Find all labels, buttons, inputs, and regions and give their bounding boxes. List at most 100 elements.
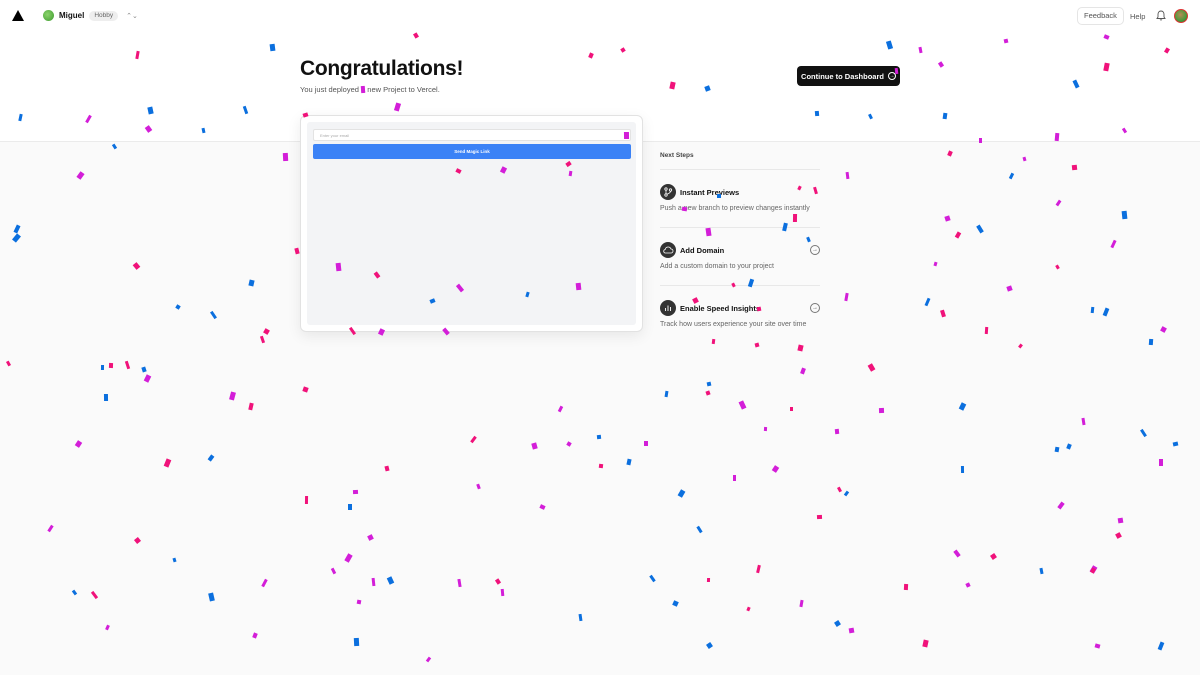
confetti-piece <box>1159 459 1163 466</box>
top-nav: Miguel Hobby ⌃⌄ Feedback Help <box>0 0 1200 32</box>
confetti-piece <box>1157 641 1165 651</box>
confetti-piece <box>649 574 656 583</box>
team-switcher[interactable]: Miguel Hobby ⌃⌄ <box>43 10 138 21</box>
confetti-piece <box>1090 567 1096 574</box>
confetti-piece <box>706 381 712 387</box>
confetti-piece <box>1055 264 1060 270</box>
confetti-piece <box>302 386 309 393</box>
arrow-right-circle-icon[interactable]: → <box>810 245 820 255</box>
step-speed-insights[interactable]: Enable Speed Insights → Track how users … <box>660 286 820 344</box>
confetti-piece <box>578 613 583 622</box>
confetti-piece <box>1066 443 1072 450</box>
confetti-piece <box>1172 441 1179 447</box>
confetti-piece <box>74 440 83 448</box>
confetti-piece <box>644 441 648 446</box>
confetti-piece <box>1121 210 1128 220</box>
confetti-piece <box>500 588 505 597</box>
arrow-right-circle-icon[interactable]: → <box>810 303 820 313</box>
vercel-logo-icon[interactable] <box>12 10 24 21</box>
branch-icon <box>660 184 676 200</box>
confetti-piece <box>1008 172 1015 180</box>
confetti-piece <box>304 495 309 505</box>
confetti-piece <box>252 632 258 639</box>
confetti-piece <box>557 405 564 413</box>
step-description: Track how users experience your site ove… <box>660 321 807 328</box>
bell-icon[interactable] <box>1156 10 1166 21</box>
confetti-piece <box>470 435 477 444</box>
confetti-piece <box>207 454 215 462</box>
confetti-piece <box>425 656 432 663</box>
confetti-piece <box>12 233 21 243</box>
confetti-piece <box>845 171 850 180</box>
confetti-piece <box>386 576 395 585</box>
confetti-piece <box>1022 156 1027 162</box>
confetti-piece <box>539 504 546 510</box>
confetti-piece <box>626 458 632 466</box>
confetti-piece <box>1018 343 1023 349</box>
help-link[interactable]: Help <box>1130 12 1145 21</box>
confetti-piece <box>664 390 669 398</box>
confetti-piece <box>261 578 268 588</box>
confetti-piece <box>990 553 997 560</box>
step-label: Enable Speed Insights <box>680 304 761 313</box>
confetti-piece <box>1140 428 1147 438</box>
user-avatar[interactable] <box>1174 9 1188 23</box>
chevron-up-down-icon[interactable]: ⌃⌄ <box>126 12 138 20</box>
confetti-piece <box>1110 239 1117 249</box>
next-steps-title: Next Steps <box>660 152 820 170</box>
step-label: Add Domain <box>680 246 725 255</box>
confetti-piece <box>371 577 376 587</box>
confetti-piece <box>1057 501 1065 510</box>
confetti-piece <box>133 536 142 545</box>
confetti-piece <box>143 374 152 383</box>
confetti-piece <box>834 428 840 435</box>
step-add-domain[interactable]: Add Domain → Add a custom domain to your… <box>660 228 820 286</box>
confetti-piece <box>947 150 953 157</box>
confetti-piece <box>958 402 967 411</box>
confetti-piece <box>878 407 885 414</box>
confetti-piece <box>848 627 855 634</box>
confetti-piece <box>672 600 679 607</box>
confetti-piece <box>940 309 946 318</box>
confetti-piece <box>746 606 751 612</box>
confetti-piece <box>531 442 538 450</box>
step-label: Instant Previews <box>680 188 740 197</box>
confetti-piece <box>210 310 217 320</box>
preview-magic-link-button: Send Magic Link <box>313 144 631 159</box>
confetti-piece <box>706 577 711 583</box>
confetti-piece <box>843 490 850 497</box>
team-name: Miguel <box>59 11 85 20</box>
confetti-piece <box>771 465 780 473</box>
confetti-piece <box>1054 446 1060 453</box>
confetti-piece <box>141 366 147 373</box>
confetti-piece <box>984 326 989 335</box>
confetti-piece <box>790 407 793 411</box>
feedback-button[interactable]: Feedback <box>1077 7 1124 25</box>
confetti-piece <box>1115 532 1122 539</box>
confetti-piece <box>1094 643 1101 649</box>
confetti-piece <box>696 525 703 534</box>
confetti-piece <box>933 261 938 267</box>
confetti-piece <box>965 582 971 588</box>
page-title: Congratulations! <box>300 57 464 80</box>
confetti-piece <box>76 171 85 180</box>
confetti-piece <box>476 483 481 490</box>
confetti-piece <box>5 360 12 367</box>
confetti-piece <box>103 393 109 402</box>
preview-email-field: Enter your email <box>313 129 631 141</box>
step-instant-previews[interactable]: Instant Previews Push a new branch to pr… <box>660 170 820 228</box>
confetti-piece <box>844 292 849 302</box>
continue-to-dashboard-button[interactable]: Continue to Dashboard → <box>797 66 900 86</box>
confetti-piece <box>294 247 300 255</box>
confetti-piece <box>353 637 360 647</box>
deployment-preview[interactable]: Enter your email Send Magic Link <box>300 115 643 332</box>
confetti-piece <box>1006 285 1013 292</box>
confetti-piece <box>566 441 572 447</box>
confetti-piece <box>259 335 266 344</box>
confetti-piece <box>494 578 502 585</box>
confetti-piece <box>960 465 965 474</box>
confetti-piece <box>1148 338 1154 346</box>
confetti-piece <box>953 549 961 558</box>
confetti-piece <box>924 297 931 307</box>
confetti-piece <box>596 434 602 440</box>
